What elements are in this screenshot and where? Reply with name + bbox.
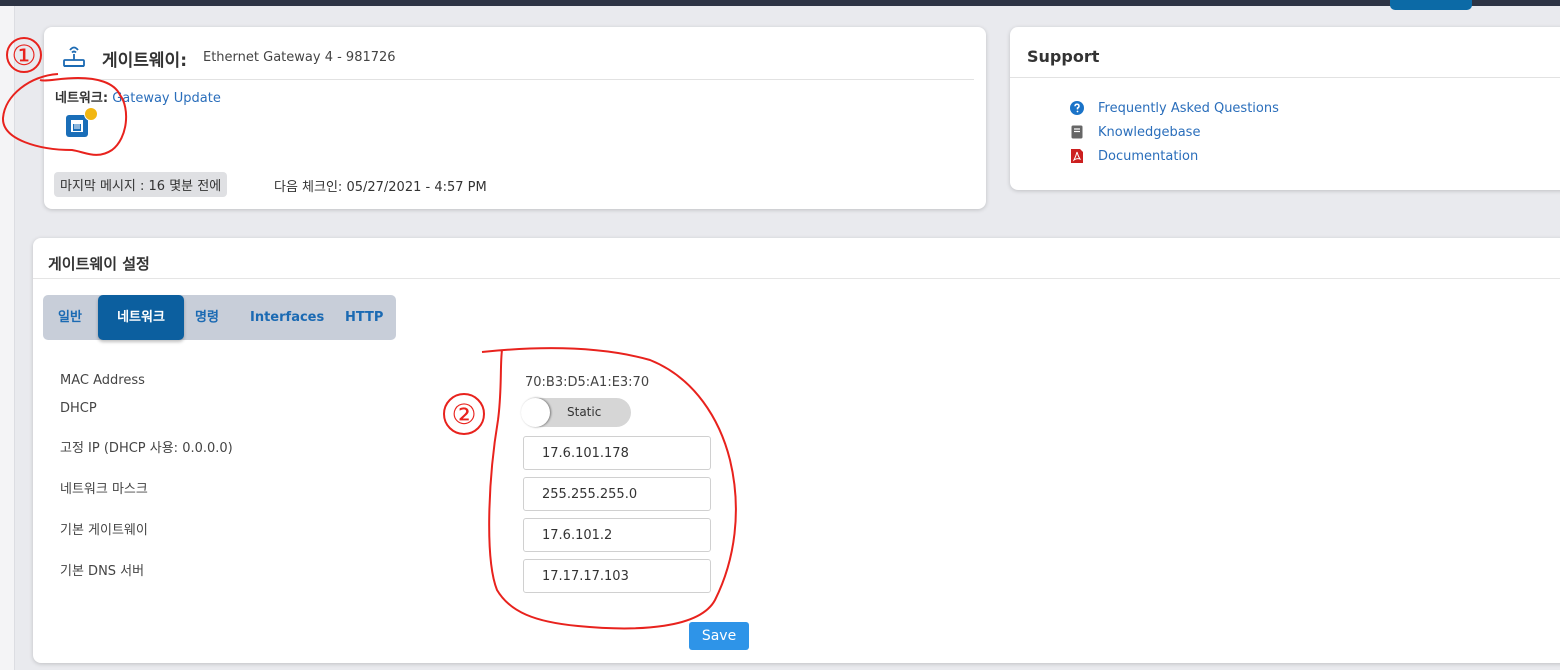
gateway-settings-card: 게이트웨이 설정 일반 네트워크 명령 Interfaces HTTP MAC … — [33, 238, 1560, 663]
gateway-header: 게이트웨이: Ethernet Gateway 4 - 981726 — [62, 41, 974, 80]
router-icon — [63, 46, 85, 67]
divider — [1010, 77, 1560, 78]
tab-http[interactable]: HTTP — [345, 295, 383, 340]
settings-tabs: 일반 네트워크 명령 Interfaces HTTP — [43, 295, 396, 340]
pdf-file-icon — [1071, 149, 1083, 163]
tab-commands[interactable]: 명령 — [195, 295, 219, 340]
tab-network[interactable]: 네트워크 — [98, 295, 184, 340]
top-navbar-button[interactable] — [1390, 0, 1472, 10]
toggle-label: Static — [567, 405, 602, 419]
dns-server-label: 기본 DNS 서버 — [60, 564, 145, 579]
top-navbar — [0, 0, 1560, 6]
gateway-name: Ethernet Gateway 4 - 981726 — [203, 50, 396, 65]
save-button[interactable]: Save — [689, 622, 749, 650]
divider — [33, 278, 1560, 279]
support-card: Support Frequently Asked Questions Knowl… — [1010, 27, 1560, 190]
netmask-label: 네트워크 마스크 — [60, 482, 148, 497]
next-checkin: 다음 체크인: 05/27/2021 - 4:57 PM — [274, 180, 487, 195]
annotation-marker-1: ① — [11, 39, 36, 72]
mac-address-value: 70:B3:D5:A1:E3:70 — [525, 375, 650, 390]
support-title: Support — [1027, 47, 1100, 66]
knowledgebase-label: Knowledgebase — [1098, 125, 1201, 140]
dhcp-toggle[interactable]: Static — [521, 398, 631, 427]
gateway-title: 게이트웨이: — [102, 51, 187, 71]
static-ip-label: 고정 IP (DHCP 사용: 0.0.0.0) — [60, 441, 233, 456]
documentation-label: Documentation — [1098, 149, 1199, 164]
status-dot — [84, 107, 98, 121]
left-sidebar — [0, 6, 15, 670]
faq-label: Frequently Asked Questions — [1098, 101, 1279, 116]
default-gateway-input[interactable] — [523, 518, 711, 552]
gateway-card: 게이트웨이: Ethernet Gateway 4 - 981726 네트워크:… — [44, 27, 986, 209]
dhcp-label: DHCP — [60, 401, 97, 416]
gateway-update-link[interactable]: Gateway Update — [112, 91, 221, 106]
tab-general[interactable]: 일반 — [58, 295, 82, 340]
question-circle-icon — [1070, 101, 1084, 115]
network-row: 네트워크: Gateway Update — [55, 87, 221, 106]
book-icon — [1071, 125, 1083, 139]
last-message-badge: 마지막 메시지 : 16 몇분 전에 — [54, 172, 228, 197]
toggle-knob[interactable] — [521, 398, 550, 427]
static-ip-input[interactable] — [523, 436, 711, 470]
network-label: 네트워크: — [55, 91, 109, 106]
settings-title: 게이트웨이 설정 — [48, 255, 150, 273]
mac-address-label: MAC Address — [60, 373, 145, 388]
netmask-input[interactable] — [523, 477, 711, 511]
default-gateway-label: 기본 게이트웨이 — [60, 523, 148, 538]
dns-server-input[interactable] — [523, 559, 711, 593]
tab-interfaces[interactable]: Interfaces — [250, 295, 324, 340]
